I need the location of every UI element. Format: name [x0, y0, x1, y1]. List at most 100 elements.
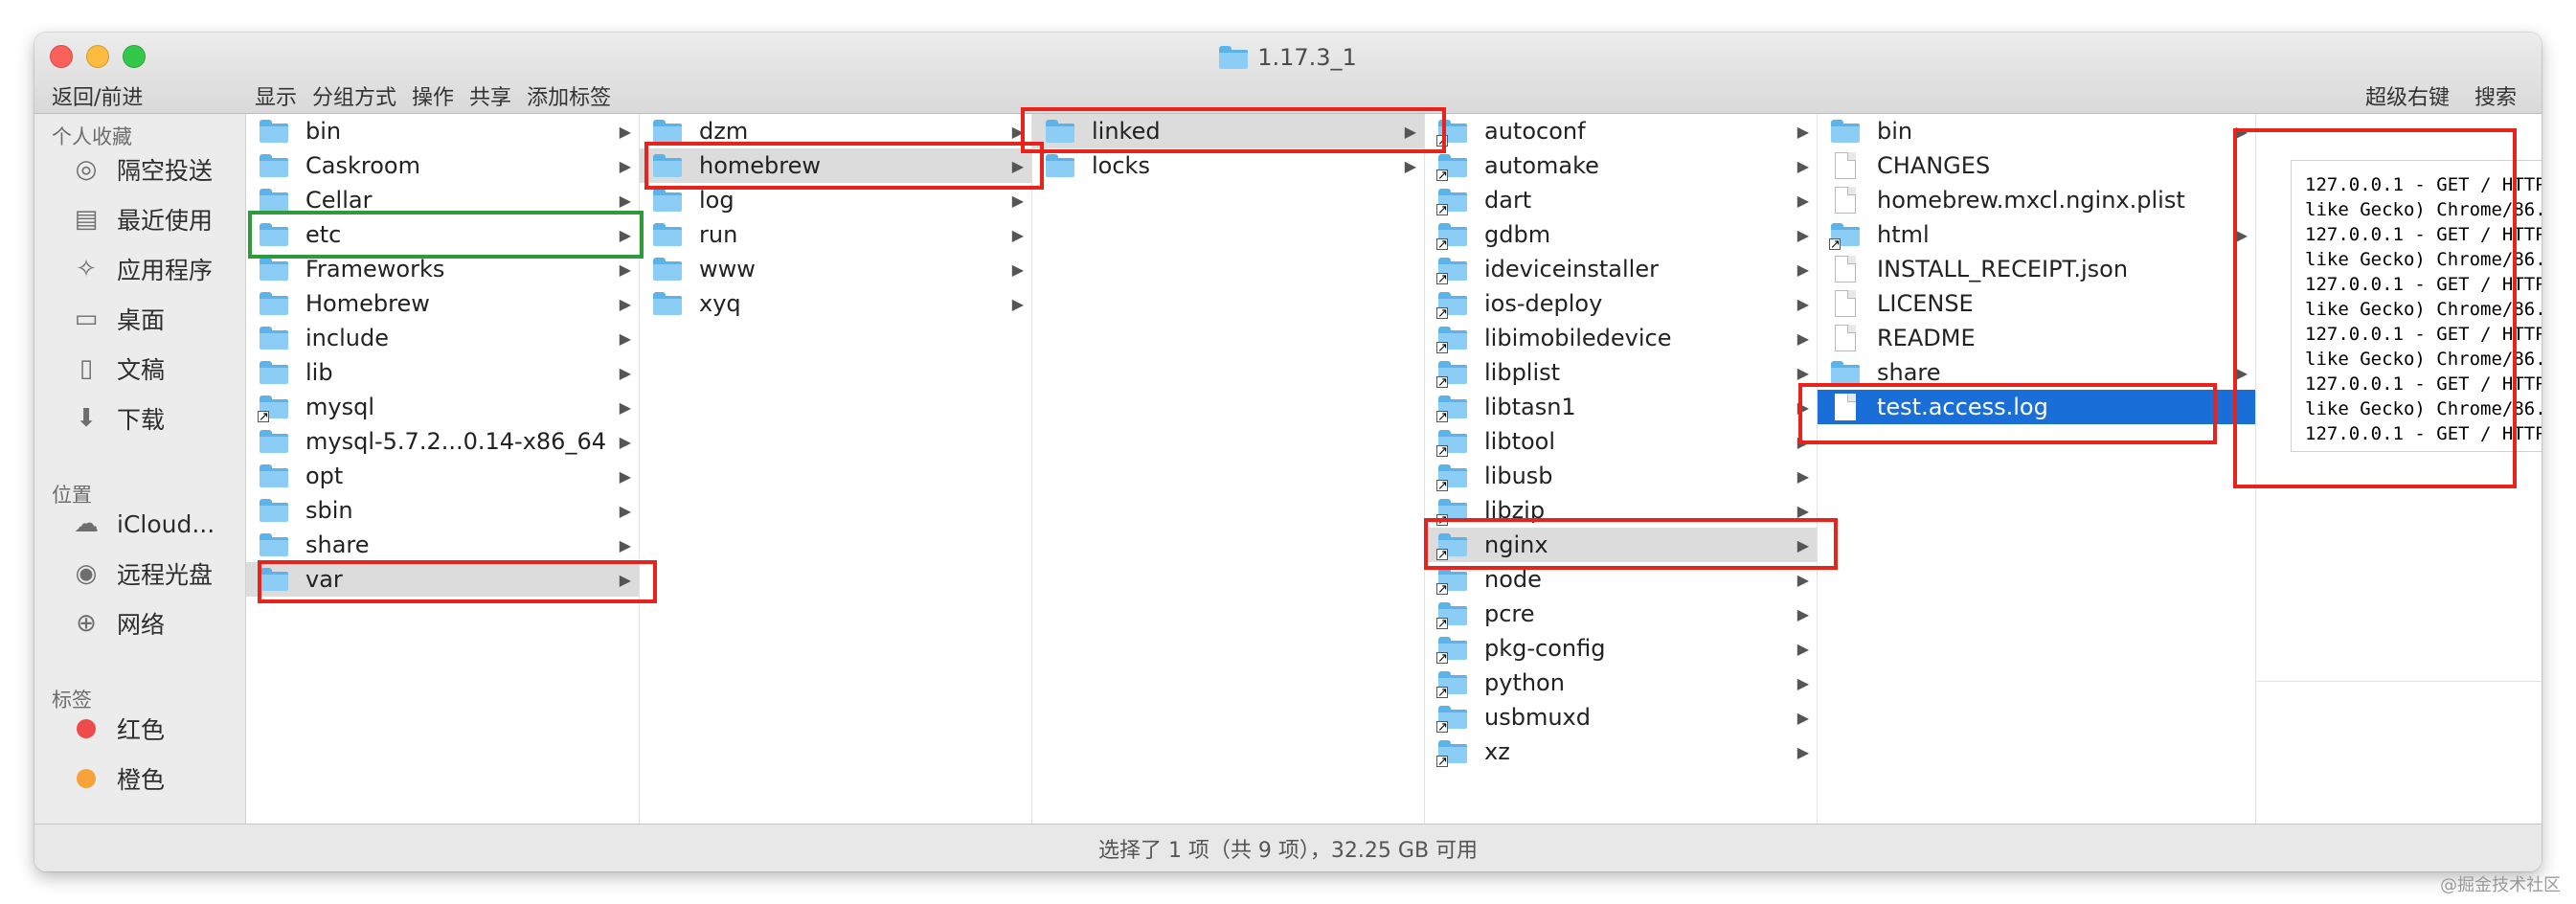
- sidebar-item-downloads[interactable]: ⬇ 下载: [69, 399, 165, 438]
- folder-row[interactable]: Cellar ▶: [246, 183, 639, 217]
- folder-row[interactable]: ↗ dart ▶: [1425, 183, 1817, 217]
- folder-row[interactable]: include ▶: [246, 321, 639, 355]
- folder-row[interactable]: ↗ pkg-config ▶: [1425, 631, 1817, 666]
- sidebar-item-desktop[interactable]: ▭ 桌面: [69, 300, 165, 338]
- super-right-click-button[interactable]: 超级右键: [2365, 80, 2450, 111]
- folder-icon: ↗: [1436, 154, 1467, 182]
- file-row[interactable]: homebrew.mxcl.nginx.plist: [1818, 183, 2255, 217]
- folder-row[interactable]: Homebrew ▶: [246, 286, 639, 321]
- sidebar-item-tag-red[interactable]: 红色: [69, 710, 165, 748]
- item-label: libzip: [1484, 497, 1546, 524]
- folder-row[interactable]: linked ▶: [1032, 114, 1424, 148]
- sidebar-item-recents[interactable]: ▤ 最近使用: [69, 200, 213, 238]
- alias-arrow-icon: ↗: [1436, 720, 1448, 734]
- share-button[interactable]: 共享: [469, 80, 511, 111]
- folder-row[interactable]: ↗ html ▶: [1818, 217, 2255, 252]
- toolbar-menu: 显示 分组方式 操作 共享 添加标签: [255, 80, 611, 111]
- file-icon: [1835, 256, 1856, 282]
- file-row[interactable]: CHANGES: [1818, 148, 2255, 183]
- folder-row[interactable]: ↗ libtasn1 ▶: [1425, 390, 1817, 424]
- folder-row[interactable]: log ▶: [640, 183, 1031, 217]
- folder-row[interactable]: ↗ xz ▶: [1425, 734, 1817, 769]
- folder-row[interactable]: ↗ libzip ▶: [1425, 493, 1817, 528]
- browser-column-2: dzm ▶ homebrew ▶ log ▶ run ▶ www ▶ xyq ▶: [640, 114, 1032, 824]
- folder-row[interactable]: Caskroom ▶: [246, 148, 639, 183]
- folder-icon: [260, 327, 288, 350]
- item-label: Homebrew: [305, 290, 430, 317]
- folder-row[interactable]: ↗ libtool ▶: [1425, 424, 1817, 459]
- folder-row[interactable]: homebrew ▶: [640, 148, 1031, 183]
- folder-row[interactable]: ↗ usbmuxd ▶: [1425, 700, 1817, 734]
- folder-icon: [260, 292, 288, 315]
- folder-row[interactable]: ↗ mysql ▶: [246, 390, 639, 424]
- folder-row[interactable]: lib ▶: [246, 355, 639, 390]
- disclosure-arrow-icon: ▶: [1796, 122, 1809, 141]
- folder-row[interactable]: ↗ gdbm ▶: [1425, 217, 1817, 252]
- folder-icon: ↗: [258, 396, 288, 423]
- sidebar-item-label: iCloud...: [117, 509, 215, 538]
- folder-row[interactable]: dzm ▶: [640, 114, 1031, 148]
- folder-icon: [653, 292, 682, 315]
- folder-row[interactable]: ↗ nginx ▶: [1425, 528, 1817, 562]
- alias-arrow-icon: ↗: [1436, 513, 1448, 528]
- folder-row[interactable]: share ▶: [246, 528, 639, 562]
- file-row[interactable]: LICENSE: [1818, 286, 2255, 321]
- folder-row[interactable]: bin ▶: [246, 114, 639, 148]
- folder-row[interactable]: opt ▶: [246, 459, 639, 493]
- sidebar-item-documents[interactable]: ▯ 文稿: [69, 350, 165, 388]
- folder-row[interactable]: sbin ▶: [246, 493, 639, 528]
- folder-row[interactable]: ↗ libimobiledevice ▶: [1425, 321, 1817, 355]
- folder-row[interactable]: ↗ node ▶: [1425, 562, 1817, 597]
- folder-row[interactable]: ↗ ios-deploy ▶: [1425, 286, 1817, 321]
- disclosure-arrow-icon: ▶: [2235, 363, 2248, 382]
- folder-row[interactable]: ↗ ideviceinstaller ▶: [1425, 252, 1817, 286]
- disclosure-arrow-icon: ▶: [1011, 122, 1024, 141]
- folder-icon: [653, 258, 682, 281]
- sidebar-item-remote-disc[interactable]: ◉ 远程光盘: [69, 554, 213, 593]
- folder-row[interactable]: Frameworks ▶: [246, 252, 639, 286]
- item-label: CHANGES: [1877, 152, 1991, 179]
- sidebar-item-tag-orange[interactable]: 橙色: [69, 759, 165, 798]
- add-tag-button[interactable]: 添加标签: [527, 80, 611, 111]
- sidebar-item-airdrop[interactable]: ◎ 隔空投送: [69, 150, 213, 189]
- log-line: 127.0.0.1 - GET / HTTP: [2305, 324, 2542, 345]
- finder-window: 1.17.3_1 返回/前进 显示 分组方式 操作 共享 添加标签 超级右键 搜…: [34, 33, 2542, 871]
- file-row[interactable]: test.access.log: [1818, 390, 2255, 424]
- folder-icon: [260, 361, 288, 384]
- folder-row[interactable]: ↗ pcre ▶: [1425, 597, 1817, 631]
- sidebar-item-network[interactable]: ⊕ 网络: [69, 604, 165, 643]
- file-row[interactable]: INSTALL_RECEIPT.json: [1818, 252, 2255, 286]
- group-by-button[interactable]: 分组方式: [312, 80, 396, 111]
- folder-icon: ↗: [1436, 396, 1467, 423]
- folder-row[interactable]: var ▶: [246, 562, 639, 597]
- disclosure-arrow-icon: ▶: [1796, 535, 1809, 554]
- folder-row[interactable]: bin ▶: [1818, 114, 2255, 148]
- item-label: var: [305, 566, 343, 593]
- view-button[interactable]: 显示: [255, 80, 297, 111]
- folder-row[interactable]: run ▶: [640, 217, 1031, 252]
- disclosure-arrow-icon: ▶: [1796, 708, 1809, 727]
- folder-row[interactable]: www ▶: [640, 252, 1031, 286]
- file-row[interactable]: README: [1818, 321, 2255, 355]
- sidebar-item-applications[interactable]: ✧ 应用程序: [69, 250, 213, 288]
- back-forward-button[interactable]: 返回/前进: [52, 80, 143, 111]
- search-button[interactable]: 搜索: [2474, 80, 2517, 111]
- folder-row[interactable]: ↗ automake ▶: [1425, 148, 1817, 183]
- log-line: 127.0.0.1 - GET / HTTP: [2305, 274, 2542, 295]
- folder-row[interactable]: locks ▶: [1032, 148, 1424, 183]
- item-label: share: [305, 531, 370, 558]
- folder-icon: [260, 189, 288, 212]
- sidebar-item-label: 下载: [117, 406, 166, 434]
- folder-row[interactable]: ↗ libplist ▶: [1425, 355, 1817, 390]
- folder-row[interactable]: ↗ autoconf ▶: [1425, 114, 1817, 148]
- sidebar-item-icloud[interactable]: ☁ iCloud...: [69, 505, 215, 543]
- folder-row[interactable]: ↗ libusb ▶: [1425, 459, 1817, 493]
- folder-row[interactable]: mysql-5.7.2...0.14-x86_64 ▶: [246, 424, 639, 459]
- folder-row[interactable]: share ▶: [1818, 355, 2255, 390]
- sidebar-item-label: 应用程序: [117, 257, 214, 284]
- folder-row[interactable]: etc ▶: [246, 217, 639, 252]
- folder-row[interactable]: ↗ python ▶: [1425, 666, 1817, 700]
- alias-arrow-icon: ↗: [1436, 582, 1448, 597]
- action-button[interactable]: 操作: [412, 80, 454, 111]
- folder-row[interactable]: xyq ▶: [640, 286, 1031, 321]
